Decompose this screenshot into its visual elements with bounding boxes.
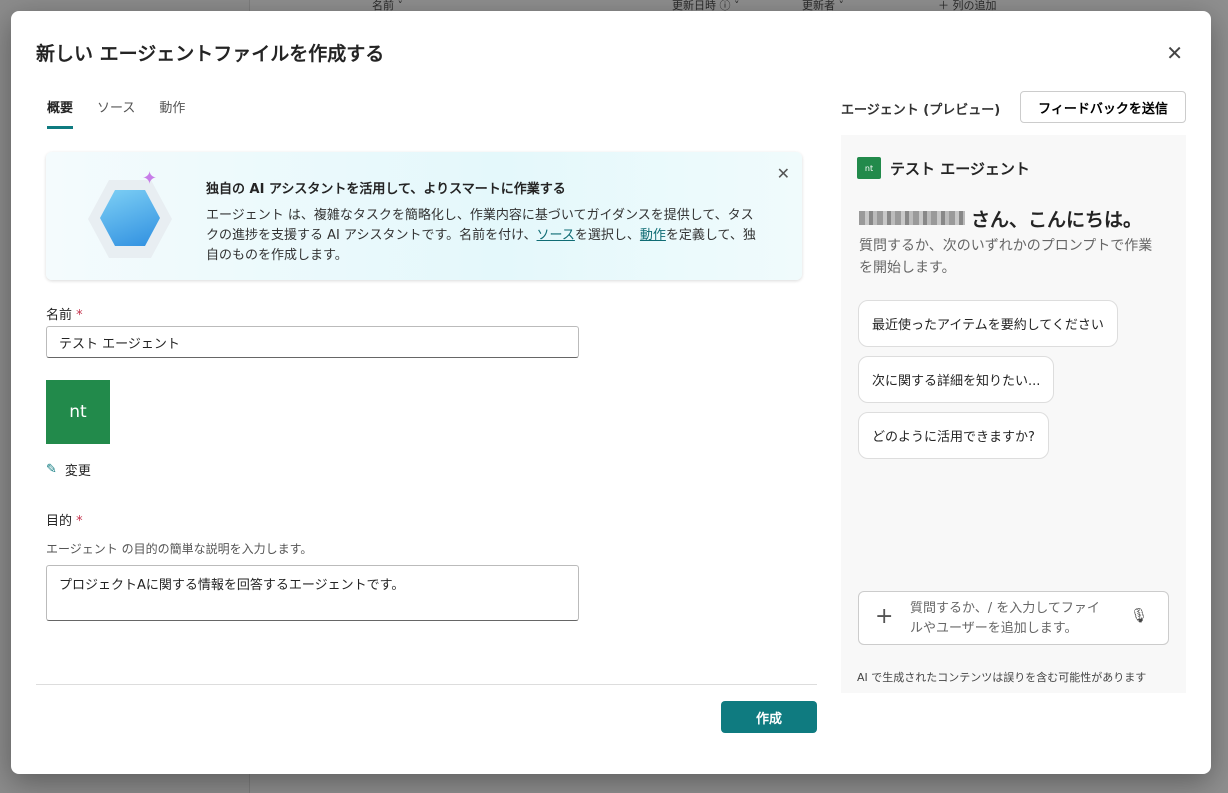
chat-input[interactable]: + 質問するか、/ を入力してファイルやユーザーを追加します。 🎙: [858, 591, 1169, 645]
send-feedback-button[interactable]: フィードバックを送信: [1020, 91, 1186, 123]
agent-name: テスト エージェント: [890, 160, 1030, 178]
banner-title: 独自の AI アシスタントを活用して、よりスマートに作業する: [206, 182, 566, 197]
tab-list: 概要 ソース 動作: [47, 97, 185, 129]
action-link[interactable]: 動作: [640, 228, 666, 243]
banner-text: を選択し、: [574, 228, 640, 243]
preview-heading: エージェント (プレビュー): [841, 103, 1001, 118]
footer-divider: [36, 684, 817, 685]
greeting: さん、こんにちは。: [971, 209, 1143, 231]
ai-disclaimer: AI で生成されたコンテンツは誤りを含む可能性があります: [857, 671, 1147, 684]
agent-avatar-small: nt: [857, 157, 881, 179]
prompt-suggestion[interactable]: 最近使ったアイテムを要約してください: [858, 300, 1118, 347]
plus-icon[interactable]: +: [875, 604, 893, 629]
create-button[interactable]: 作成: [721, 701, 817, 733]
purpose-label-text: 目的: [46, 514, 73, 529]
name-label: 名前 *: [46, 304, 83, 323]
chat-placeholder: 質問するか、/ を入力してファイルやユーザーを追加します。: [910, 601, 1100, 636]
edit-image-icon: ✎: [46, 462, 57, 477]
greeting-subtitle: 質問するか、次のいずれかのプロンプトで作業を開始します。: [859, 238, 1153, 276]
tab-sources[interactable]: ソース: [97, 97, 135, 129]
tab-overview[interactable]: 概要: [47, 97, 74, 129]
required-mark: *: [76, 514, 83, 529]
prompt-suggestion[interactable]: 次に関する詳細を知りたい...: [858, 356, 1055, 403]
name-input[interactable]: テスト エージェント: [46, 326, 579, 358]
name-label-text: 名前: [46, 308, 73, 323]
required-mark: *: [76, 308, 83, 323]
agent-avatar: nt: [46, 380, 110, 444]
tab-actions[interactable]: 動作: [159, 97, 185, 129]
blurred-user-name: [859, 211, 965, 225]
microphone-icon[interactable]: 🎙: [1130, 608, 1148, 624]
sparkle-icon: ✦: [142, 168, 158, 189]
agent-preview-panel: nt テスト エージェント さん、こんにちは。 質問するか、次のいずれかのプロン…: [841, 135, 1186, 693]
purpose-hint: エージェント の目的の簡単な説明を入力します。: [46, 542, 313, 556]
close-icon[interactable]: ✕: [1166, 41, 1183, 65]
dialog-title: 新しい エージェントファイルを作成する: [36, 43, 385, 65]
purpose-textarea[interactable]: プロジェクトAに関する情報を回答するエージェントです。: [46, 565, 579, 621]
change-label: 変更: [64, 464, 91, 479]
purpose-label: 目的 *: [46, 510, 83, 529]
change-icon-button[interactable]: ✎ 変更: [46, 460, 91, 479]
prompt-suggestion[interactable]: どのように活用できますか?: [858, 412, 1049, 459]
info-banner: ✦ 独自の AI アシスタントを活用して、よりスマートに作業する エージェント …: [46, 152, 802, 280]
banner-close-icon[interactable]: ✕: [777, 164, 790, 183]
banner-body: エージェント は、複雑なタスクを簡略化し、作業内容に基づいてガイダンスを提供して…: [206, 206, 766, 266]
source-link[interactable]: ソース: [537, 228, 575, 243]
create-agent-dialog: 新しい エージェントファイルを作成する ✕ 概要 ソース 動作 ✦ 独自の AI…: [11, 11, 1211, 774]
